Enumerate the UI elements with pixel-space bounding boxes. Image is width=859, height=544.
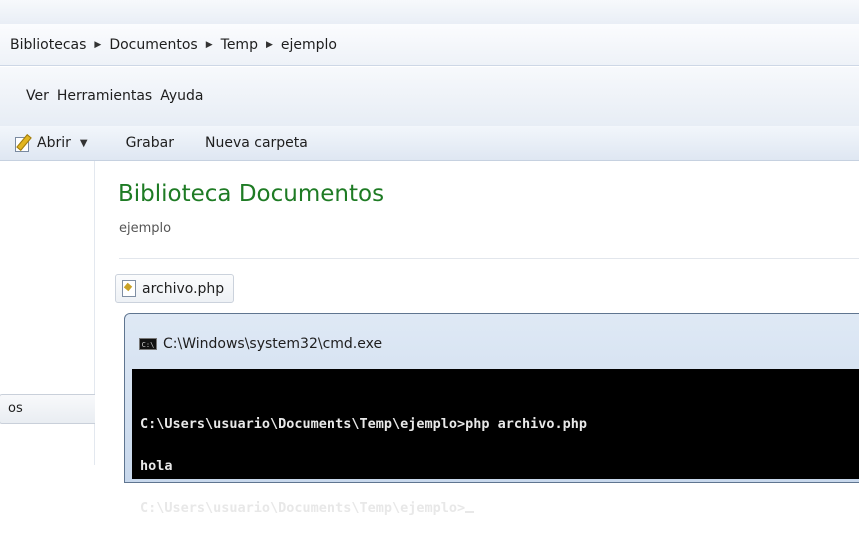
library-subtitle: ejemplo [119, 221, 172, 236]
breadcrumb-separator-icon[interactable]: ▶ [202, 40, 217, 50]
console-icon: C:\ [139, 338, 157, 350]
breadcrumb-separator-icon[interactable]: ▶ [90, 40, 105, 50]
text-cursor [465, 511, 475, 513]
new-folder-button[interactable]: Nueva carpeta [205, 135, 308, 151]
cmd-titlebar[interactable]: C:\ C:\Windows\system32\cmd.exe [139, 336, 382, 352]
console-line: hola [140, 458, 173, 474]
php-file-icon [122, 280, 136, 297]
console-line: C:\Users\usuario\Documents\Temp\ejemplo> [140, 500, 466, 516]
breadcrumb-separator-icon[interactable]: ▶ [262, 40, 277, 50]
open-button-label: Abrir [37, 135, 71, 151]
divider [119, 258, 859, 259]
breadcrumb-documentos[interactable]: Documentos [105, 37, 201, 53]
cmd-window[interactable]: C:\ C:\Windows\system32\cmd.exe C:\Users… [124, 313, 859, 515]
open-button[interactable]: Abrir ▼ [0, 134, 88, 152]
breadcrumb-ejemplo[interactable]: ejemplo [277, 37, 341, 53]
file-item[interactable]: archivo.php [115, 274, 235, 303]
address-bar[interactable]: Bibliotecas ▶ Documentos ▶ Temp ▶ ejempl… [0, 24, 859, 66]
burn-button[interactable]: Grabar [126, 135, 174, 151]
breadcrumb-temp[interactable]: Temp [217, 37, 262, 53]
chevron-down-icon[interactable]: ▼ [80, 138, 88, 149]
cmd-title: C:\Windows\system32\cmd.exe [163, 336, 383, 352]
menu-herramientas[interactable]: Herramientas [53, 88, 156, 104]
console-line: C:\Users\usuario\Documents\Temp\ejemplo>… [140, 416, 588, 432]
library-title: Biblioteca Documentos [118, 181, 385, 207]
menu-ver[interactable]: Ver [0, 88, 53, 104]
file-name: archivo.php [142, 280, 225, 297]
breadcrumb-bibliotecas[interactable]: Bibliotecas [6, 37, 90, 53]
edit-document-icon [14, 134, 32, 152]
menu-bar: Ver Herramientas Ayuda [0, 67, 859, 126]
navigation-pane: os [0, 161, 113, 465]
console-output[interactable]: C:\Users\usuario\Documents\Temp\ejemplo>… [132, 369, 859, 515]
command-toolbar: Abrir ▼ Grabar Nueva carpeta [0, 126, 859, 161]
window-top-strip [0, 0, 859, 25]
menu-ayuda[interactable]: Ayuda [156, 88, 207, 104]
